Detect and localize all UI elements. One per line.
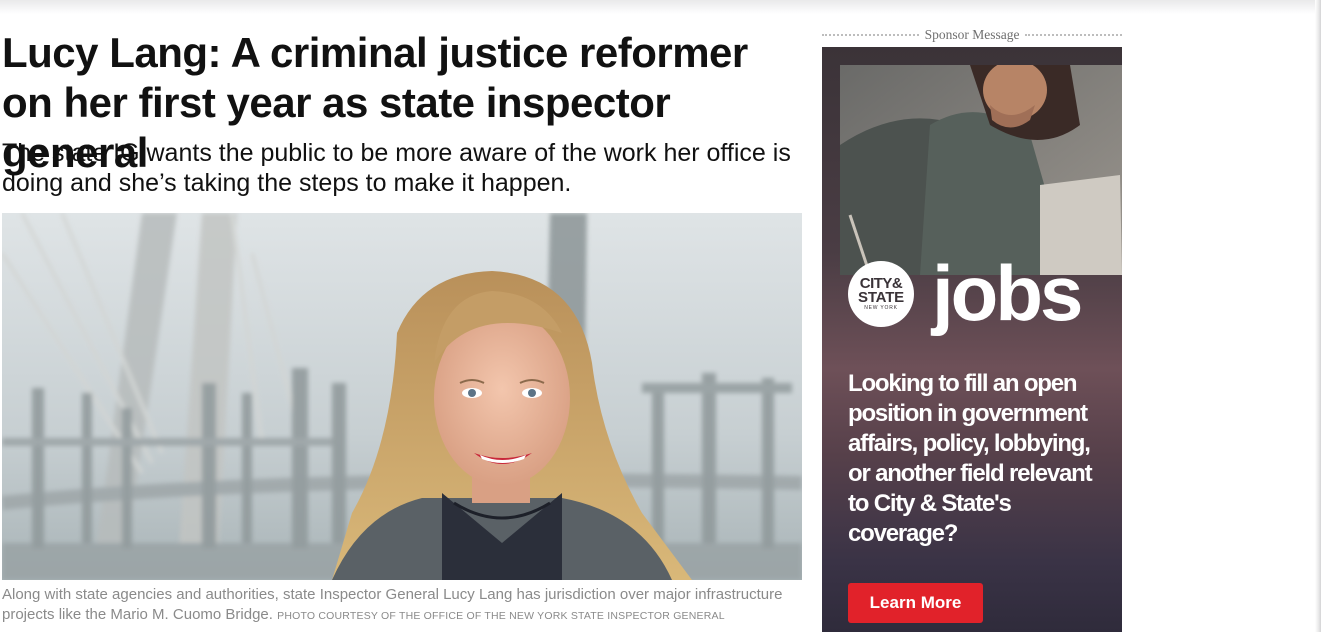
city-state-logo: CITY& STATE NEW YORK	[848, 261, 914, 327]
photo-credit: PHOTO COURTESY OF THE OFFICE OF THE NEW …	[277, 610, 725, 622]
divider-dots-left	[822, 34, 919, 36]
logo-line-2: STATE	[858, 288, 904, 306]
scrollbar-edge[interactable]	[1315, 0, 1321, 632]
ad-copy: Looking to fill an open position in gove…	[848, 370, 1093, 547]
sponsor-label-text: Sponsor Message	[924, 27, 1020, 42]
logo-line-3: NEW YORK	[864, 304, 898, 311]
divider-dots-right	[1025, 34, 1122, 36]
article-hero-image[interactable]	[2, 213, 802, 580]
browser-top-shadow	[0, 0, 1321, 14]
article-dek: The state IG wants the public to be more…	[2, 139, 791, 197]
sponsor-ad[interactable]: CITY& STATE NEW YORK jobs Looking to fil…	[822, 47, 1122, 632]
learn-more-button[interactable]: Learn More	[848, 583, 983, 623]
image-caption: Along with state agencies and authoritie…	[2, 585, 802, 626]
ad-jobs-wordmark: jobs	[932, 249, 1083, 337]
sponsor-message-label: Sponsor Message	[822, 26, 1122, 44]
